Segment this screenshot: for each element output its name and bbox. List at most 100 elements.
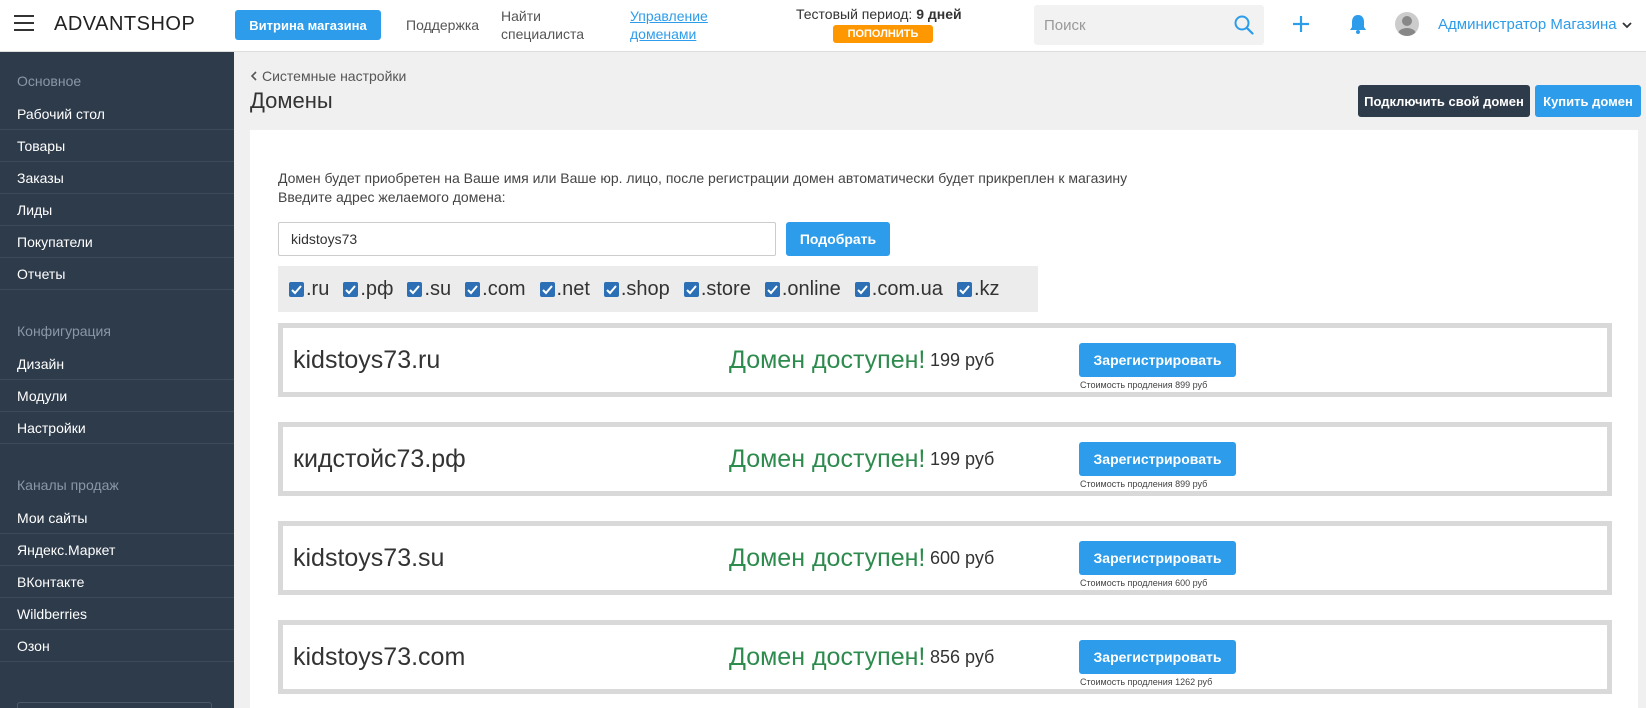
- domain-name: kidstoys73.su: [293, 544, 445, 572]
- sidebar-item-dashboard[interactable]: Рабочий стол: [0, 98, 234, 130]
- register-button[interactable]: Зарегистрировать: [1079, 343, 1236, 377]
- register-button[interactable]: Зарегистрировать: [1079, 541, 1236, 575]
- check-icon: [857, 284, 868, 294]
- check-icon: [467, 284, 478, 294]
- domain-name: кидстойс73.рф: [293, 445, 466, 473]
- page-title: Домены: [250, 88, 333, 113]
- sidebar-item-design[interactable]: Дизайн: [0, 348, 234, 380]
- zone-option[interactable]: .com.ua: [854, 277, 943, 301]
- zone-option[interactable]: .ru: [289, 278, 329, 301]
- sidebar-item-products[interactable]: Товары: [0, 130, 234, 162]
- top-bar: ADVANTSHOP Витрина магазина Поддержка На…: [0, 0, 1646, 52]
- menu-icon[interactable]: [14, 15, 34, 31]
- breadcrumb-label: Системные настройки: [262, 68, 407, 84]
- sidebar-item-wildberries[interactable]: Wildberries: [0, 598, 234, 630]
- check-icon: [959, 284, 970, 294]
- zone-label: .ru: [306, 277, 330, 300]
- store-front-button[interactable]: Витрина магазина: [235, 10, 381, 40]
- zone-label: .online: [781, 277, 841, 300]
- domain-name: kidstoys73.com: [293, 643, 466, 671]
- check-icon: [541, 284, 553, 294]
- zone-checkbox[interactable]: [683, 281, 699, 297]
- zone-option[interactable]: .рф: [343, 278, 393, 301]
- availability-status: Домен доступен!: [729, 544, 926, 572]
- domain-name: kidstoys73.ru: [293, 346, 441, 374]
- renewal-price: Стоимость продления 899 руб: [1080, 380, 1208, 390]
- domain-result-row: kidstoys73.ru Домен доступен! 199 руб Зарег…: [278, 323, 1612, 397]
- domain-result-row: kidstoys73.su Домен доступен! 600 руб Зарег…: [278, 521, 1612, 595]
- renewal-price: Стоимость продления 1262 руб: [1080, 677, 1213, 687]
- domain-management-link[interactable]: Управление доменами: [630, 7, 730, 43]
- zone-option[interactable]: .online: [764, 277, 841, 301]
- check-icon: [686, 284, 697, 294]
- zone-label: .com: [482, 277, 526, 300]
- register-button[interactable]: Зарегистрировать: [1079, 640, 1236, 674]
- availability-status: Домен доступен!: [729, 643, 926, 671]
- domain-price: 199 руб: [930, 350, 995, 370]
- sidebar-item-my-sites[interactable]: Мои сайты: [0, 502, 234, 534]
- sidebar-item-customers[interactable]: Покупатели: [0, 226, 234, 258]
- search-box: [1034, 5, 1264, 45]
- bell-icon[interactable]: [1347, 13, 1369, 35]
- admin-name[interactable]: Администратор Магазина: [1438, 16, 1617, 33]
- sidebar-item-vkontakte[interactable]: ВКонтакте: [0, 566, 234, 598]
- zone-option[interactable]: .shop: [603, 277, 670, 301]
- zone-checkbox[interactable]: [465, 281, 481, 297]
- sidebar-bottom-box[interactable]: [17, 702, 212, 708]
- domain-input[interactable]: [278, 222, 776, 256]
- zone-option[interactable]: .net: [539, 278, 590, 301]
- zone-label: .shop: [620, 277, 670, 300]
- domain-result-row: кидстойс73.рф Домен доступен! 199 руб Зарег…: [278, 422, 1612, 496]
- search-icon[interactable]: [1234, 15, 1254, 35]
- zone-label: .рф: [360, 277, 394, 300]
- zone-checkbox[interactable]: [854, 281, 870, 297]
- description-text: Домен будет приобретен на Ваше имя или В…: [278, 170, 1128, 186]
- avatar[interactable]: [1395, 12, 1419, 36]
- buy-domain-button[interactable]: Купить домен: [1535, 85, 1641, 117]
- connect-domain-button[interactable]: Подключить свой домен: [1358, 85, 1530, 117]
- zone-option[interactable]: .su: [407, 278, 451, 301]
- renewal-price: Стоимость продления 600 руб: [1080, 578, 1208, 588]
- find-specialist-link[interactable]: Найти специалиста: [501, 7, 601, 43]
- sidebar-item-yandex-market[interactable]: Яндекс.Маркет: [0, 534, 234, 566]
- zone-checkbox[interactable]: [539, 281, 555, 297]
- domain-result-row: kidstoys73.com Домен доступен! 856 руб Заре…: [278, 620, 1612, 694]
- sidebar-item-leads[interactable]: Лиды: [0, 194, 234, 226]
- support-link[interactable]: Поддержка: [406, 17, 479, 33]
- sidebar-section-channels: Каналы продаж: [17, 477, 119, 493]
- topup-button[interactable]: ПОПОЛНИТЬ: [833, 25, 933, 43]
- zone-label: .kz: [973, 277, 1000, 300]
- sidebar-section-config: Конфигурация: [17, 323, 111, 339]
- domain-prompt: Введите адрес желаемого домена:: [278, 189, 506, 205]
- zone-option[interactable]: .kz: [956, 277, 1000, 301]
- register-button[interactable]: Зарегистрировать: [1079, 442, 1236, 476]
- availability-status: Домен доступен!: [729, 445, 926, 473]
- zone-checkbox[interactable]: [764, 281, 780, 297]
- check-icon: [606, 284, 617, 294]
- zone-checkbox[interactable]: [407, 281, 423, 297]
- zone-label: .com.ua: [871, 277, 943, 300]
- sidebar: Основное Рабочий стол Товары Заказы Лиды…: [0, 52, 234, 708]
- zone-checkbox[interactable]: [343, 281, 359, 297]
- plus-icon[interactable]: [1290, 13, 1312, 35]
- zone-option[interactable]: .com: [465, 277, 526, 301]
- zone-checkbox[interactable]: [289, 281, 304, 297]
- sidebar-item-settings[interactable]: Настройки: [0, 412, 234, 444]
- check-icon: [767, 284, 778, 294]
- zone-checkbox[interactable]: [956, 281, 972, 297]
- pick-button[interactable]: Подобрать: [786, 222, 890, 256]
- check-icon: [345, 284, 357, 294]
- sidebar-item-ozon[interactable]: Озон: [0, 630, 234, 662]
- sidebar-item-reports[interactable]: Отчеты: [0, 258, 234, 290]
- zone-checkbox[interactable]: [603, 281, 619, 297]
- sidebar-item-orders[interactable]: Заказы: [0, 162, 234, 194]
- search-input[interactable]: [1034, 5, 1214, 45]
- zone-option[interactable]: .store: [683, 278, 751, 301]
- chevron-down-icon[interactable]: [1622, 20, 1632, 30]
- chevron-left-icon: [250, 71, 257, 81]
- zone-label: .su: [424, 277, 452, 300]
- sidebar-item-modules[interactable]: Модули: [0, 380, 234, 412]
- breadcrumb[interactable]: Системные настройки: [250, 68, 406, 84]
- brand-logo[interactable]: ADVANTSHOP: [54, 13, 195, 36]
- zone-filter: .ru .рф .su .com .net .shop .store .online .com.…: [278, 266, 1038, 312]
